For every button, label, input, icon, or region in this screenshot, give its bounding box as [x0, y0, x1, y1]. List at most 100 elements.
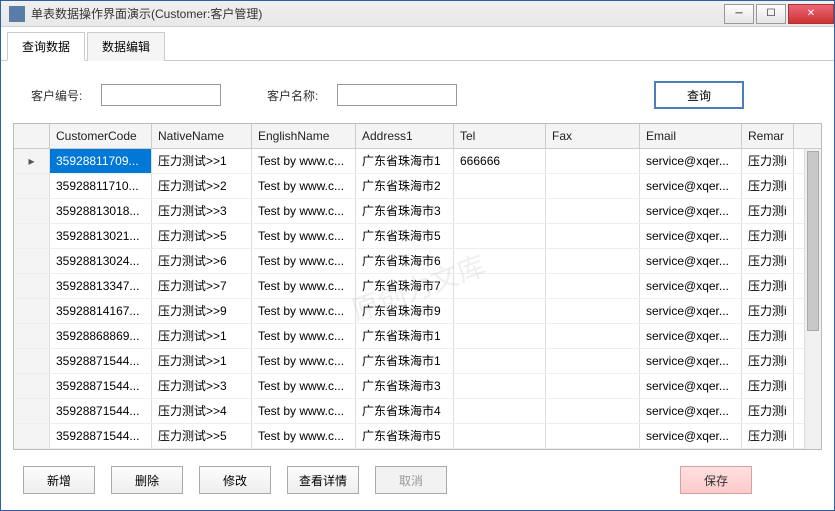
cell[interactable]: 35928813347... — [50, 274, 152, 298]
cell[interactable] — [454, 374, 546, 398]
cell[interactable]: 压力测i — [742, 349, 794, 373]
cell[interactable] — [454, 249, 546, 273]
cell[interactable]: Test by www.c... — [252, 174, 356, 198]
cell[interactable]: 35928811709... — [50, 149, 152, 173]
cell[interactable]: 压力测i — [742, 249, 794, 273]
cell[interactable] — [546, 224, 640, 248]
table-row[interactable]: 35928871544...压力测试>>4Test by www.c...广东省… — [14, 399, 821, 424]
cell[interactable] — [546, 249, 640, 273]
cell[interactable]: 35928813021... — [50, 224, 152, 248]
cell[interactable] — [546, 349, 640, 373]
table-row[interactable]: 35928871544...压力测试>>5Test by www.c...广东省… — [14, 424, 821, 449]
save-button[interactable]: 保存 — [680, 466, 752, 494]
col-email[interactable]: Email — [640, 124, 742, 148]
cell[interactable]: 广东省珠海市1 — [356, 349, 454, 373]
cell[interactable]: service@xqer... — [640, 149, 742, 173]
cell[interactable]: 666666 — [454, 149, 546, 173]
cell[interactable]: 广东省珠海市3 — [356, 374, 454, 398]
cell[interactable]: 35928868869... — [50, 324, 152, 348]
cell[interactable] — [546, 299, 640, 323]
table-row[interactable]: 35928811710...压力测试>>2Test by www.c...广东省… — [14, 174, 821, 199]
table-row[interactable]: 35928814167...压力测试>>9Test by www.c...广东省… — [14, 299, 821, 324]
cell[interactable]: service@xqer... — [640, 324, 742, 348]
cell[interactable]: service@xqer... — [640, 424, 742, 448]
cell[interactable] — [454, 174, 546, 198]
delete-button[interactable]: 删除 — [111, 466, 183, 494]
cell[interactable]: 压力测试>>7 — [152, 274, 252, 298]
col-address1[interactable]: Address1 — [356, 124, 454, 148]
cell[interactable]: 35928814167... — [50, 299, 152, 323]
cell[interactable]: 广东省珠海市7 — [356, 274, 454, 298]
cell[interactable]: 35928871544... — [50, 399, 152, 423]
table-row[interactable]: 35928813024...压力测试>>6Test by www.c...广东省… — [14, 249, 821, 274]
cell[interactable]: 广东省珠海市1 — [356, 149, 454, 173]
cell[interactable]: service@xqer... — [640, 249, 742, 273]
col-customer-code[interactable]: CustomerCode — [50, 124, 152, 148]
cell[interactable]: 压力测试>>3 — [152, 199, 252, 223]
cell[interactable]: 压力测i — [742, 149, 794, 173]
input-customer-code[interactable] — [101, 84, 221, 106]
edit-button[interactable]: 修改 — [199, 466, 271, 494]
cell[interactable] — [454, 199, 546, 223]
table-row[interactable]: 35928871544...压力测试>>1Test by www.c...广东省… — [14, 349, 821, 374]
col-native-name[interactable]: NativeName — [152, 124, 252, 148]
cell[interactable] — [546, 324, 640, 348]
cell[interactable]: 压力测i — [742, 199, 794, 223]
cell[interactable]: 压力测i — [742, 299, 794, 323]
cell[interactable]: 广东省珠海市2 — [356, 174, 454, 198]
query-button[interactable]: 查询 — [654, 81, 744, 109]
cell[interactable]: Test by www.c... — [252, 224, 356, 248]
cell[interactable]: 35928813018... — [50, 199, 152, 223]
cell[interactable]: 压力测试>>1 — [152, 349, 252, 373]
vertical-scrollbar[interactable] — [804, 149, 821, 449]
table-row[interactable]: 35928813347...压力测试>>7Test by www.c...广东省… — [14, 274, 821, 299]
col-tel[interactable]: Tel — [454, 124, 546, 148]
cell[interactable]: 压力测i — [742, 174, 794, 198]
table-row[interactable]: 35928868869...压力测试>>1Test by www.c...广东省… — [14, 324, 821, 349]
cell[interactable]: 压力测i — [742, 274, 794, 298]
cell[interactable]: service@xqer... — [640, 349, 742, 373]
maximize-button[interactable]: ☐ — [756, 4, 786, 24]
cell[interactable]: 广东省珠海市5 — [356, 424, 454, 448]
cell[interactable]: Test by www.c... — [252, 349, 356, 373]
cell[interactable]: 广东省珠海市5 — [356, 224, 454, 248]
tab-edit-data[interactable]: 数据编辑 — [87, 32, 165, 61]
table-row[interactable]: ▸35928811709...压力测试>>1Test by www.c...广东… — [14, 149, 821, 174]
cell[interactable]: 广东省珠海市3 — [356, 199, 454, 223]
cell[interactable]: 压力测i — [742, 424, 794, 448]
cell[interactable]: Test by www.c... — [252, 199, 356, 223]
cell[interactable]: service@xqer... — [640, 374, 742, 398]
cell[interactable]: Test by www.c... — [252, 149, 356, 173]
cell[interactable]: 压力测i — [742, 399, 794, 423]
table-row[interactable]: 35928871544...压力测试>>3Test by www.c...广东省… — [14, 374, 821, 399]
cell[interactable]: 压力测试>>6 — [152, 249, 252, 273]
cell[interactable] — [454, 424, 546, 448]
cell[interactable]: Test by www.c... — [252, 424, 356, 448]
cell[interactable]: Test by www.c... — [252, 374, 356, 398]
cell[interactable]: 35928813024... — [50, 249, 152, 273]
cell[interactable]: Test by www.c... — [252, 249, 356, 273]
cell[interactable]: Test by www.c... — [252, 299, 356, 323]
cell[interactable]: 广东省珠海市1 — [356, 324, 454, 348]
col-fax[interactable]: Fax — [546, 124, 640, 148]
cell[interactable] — [546, 274, 640, 298]
cell[interactable]: service@xqer... — [640, 199, 742, 223]
cell[interactable]: 广东省珠海市6 — [356, 249, 454, 273]
cell[interactable] — [454, 324, 546, 348]
cell[interactable] — [546, 174, 640, 198]
cell[interactable]: 35928871544... — [50, 424, 152, 448]
cell[interactable]: service@xqer... — [640, 274, 742, 298]
col-remark[interactable]: Remar — [742, 124, 794, 148]
cell[interactable]: 压力测试>>1 — [152, 324, 252, 348]
table-row[interactable]: 35928813018...压力测试>>3Test by www.c...广东省… — [14, 199, 821, 224]
cell[interactable] — [546, 199, 640, 223]
cell[interactable] — [454, 299, 546, 323]
cell[interactable]: 压力测试>>2 — [152, 174, 252, 198]
minimize-button[interactable]: ─ — [724, 4, 754, 24]
cell[interactable]: 压力测试>>3 — [152, 374, 252, 398]
cell[interactable]: 压力测i — [742, 374, 794, 398]
cell[interactable]: 35928871544... — [50, 374, 152, 398]
col-english-name[interactable]: EnglishName — [252, 124, 356, 148]
cell[interactable]: 压力测试>>1 — [152, 149, 252, 173]
tab-query-data[interactable]: 查询数据 — [7, 32, 85, 61]
